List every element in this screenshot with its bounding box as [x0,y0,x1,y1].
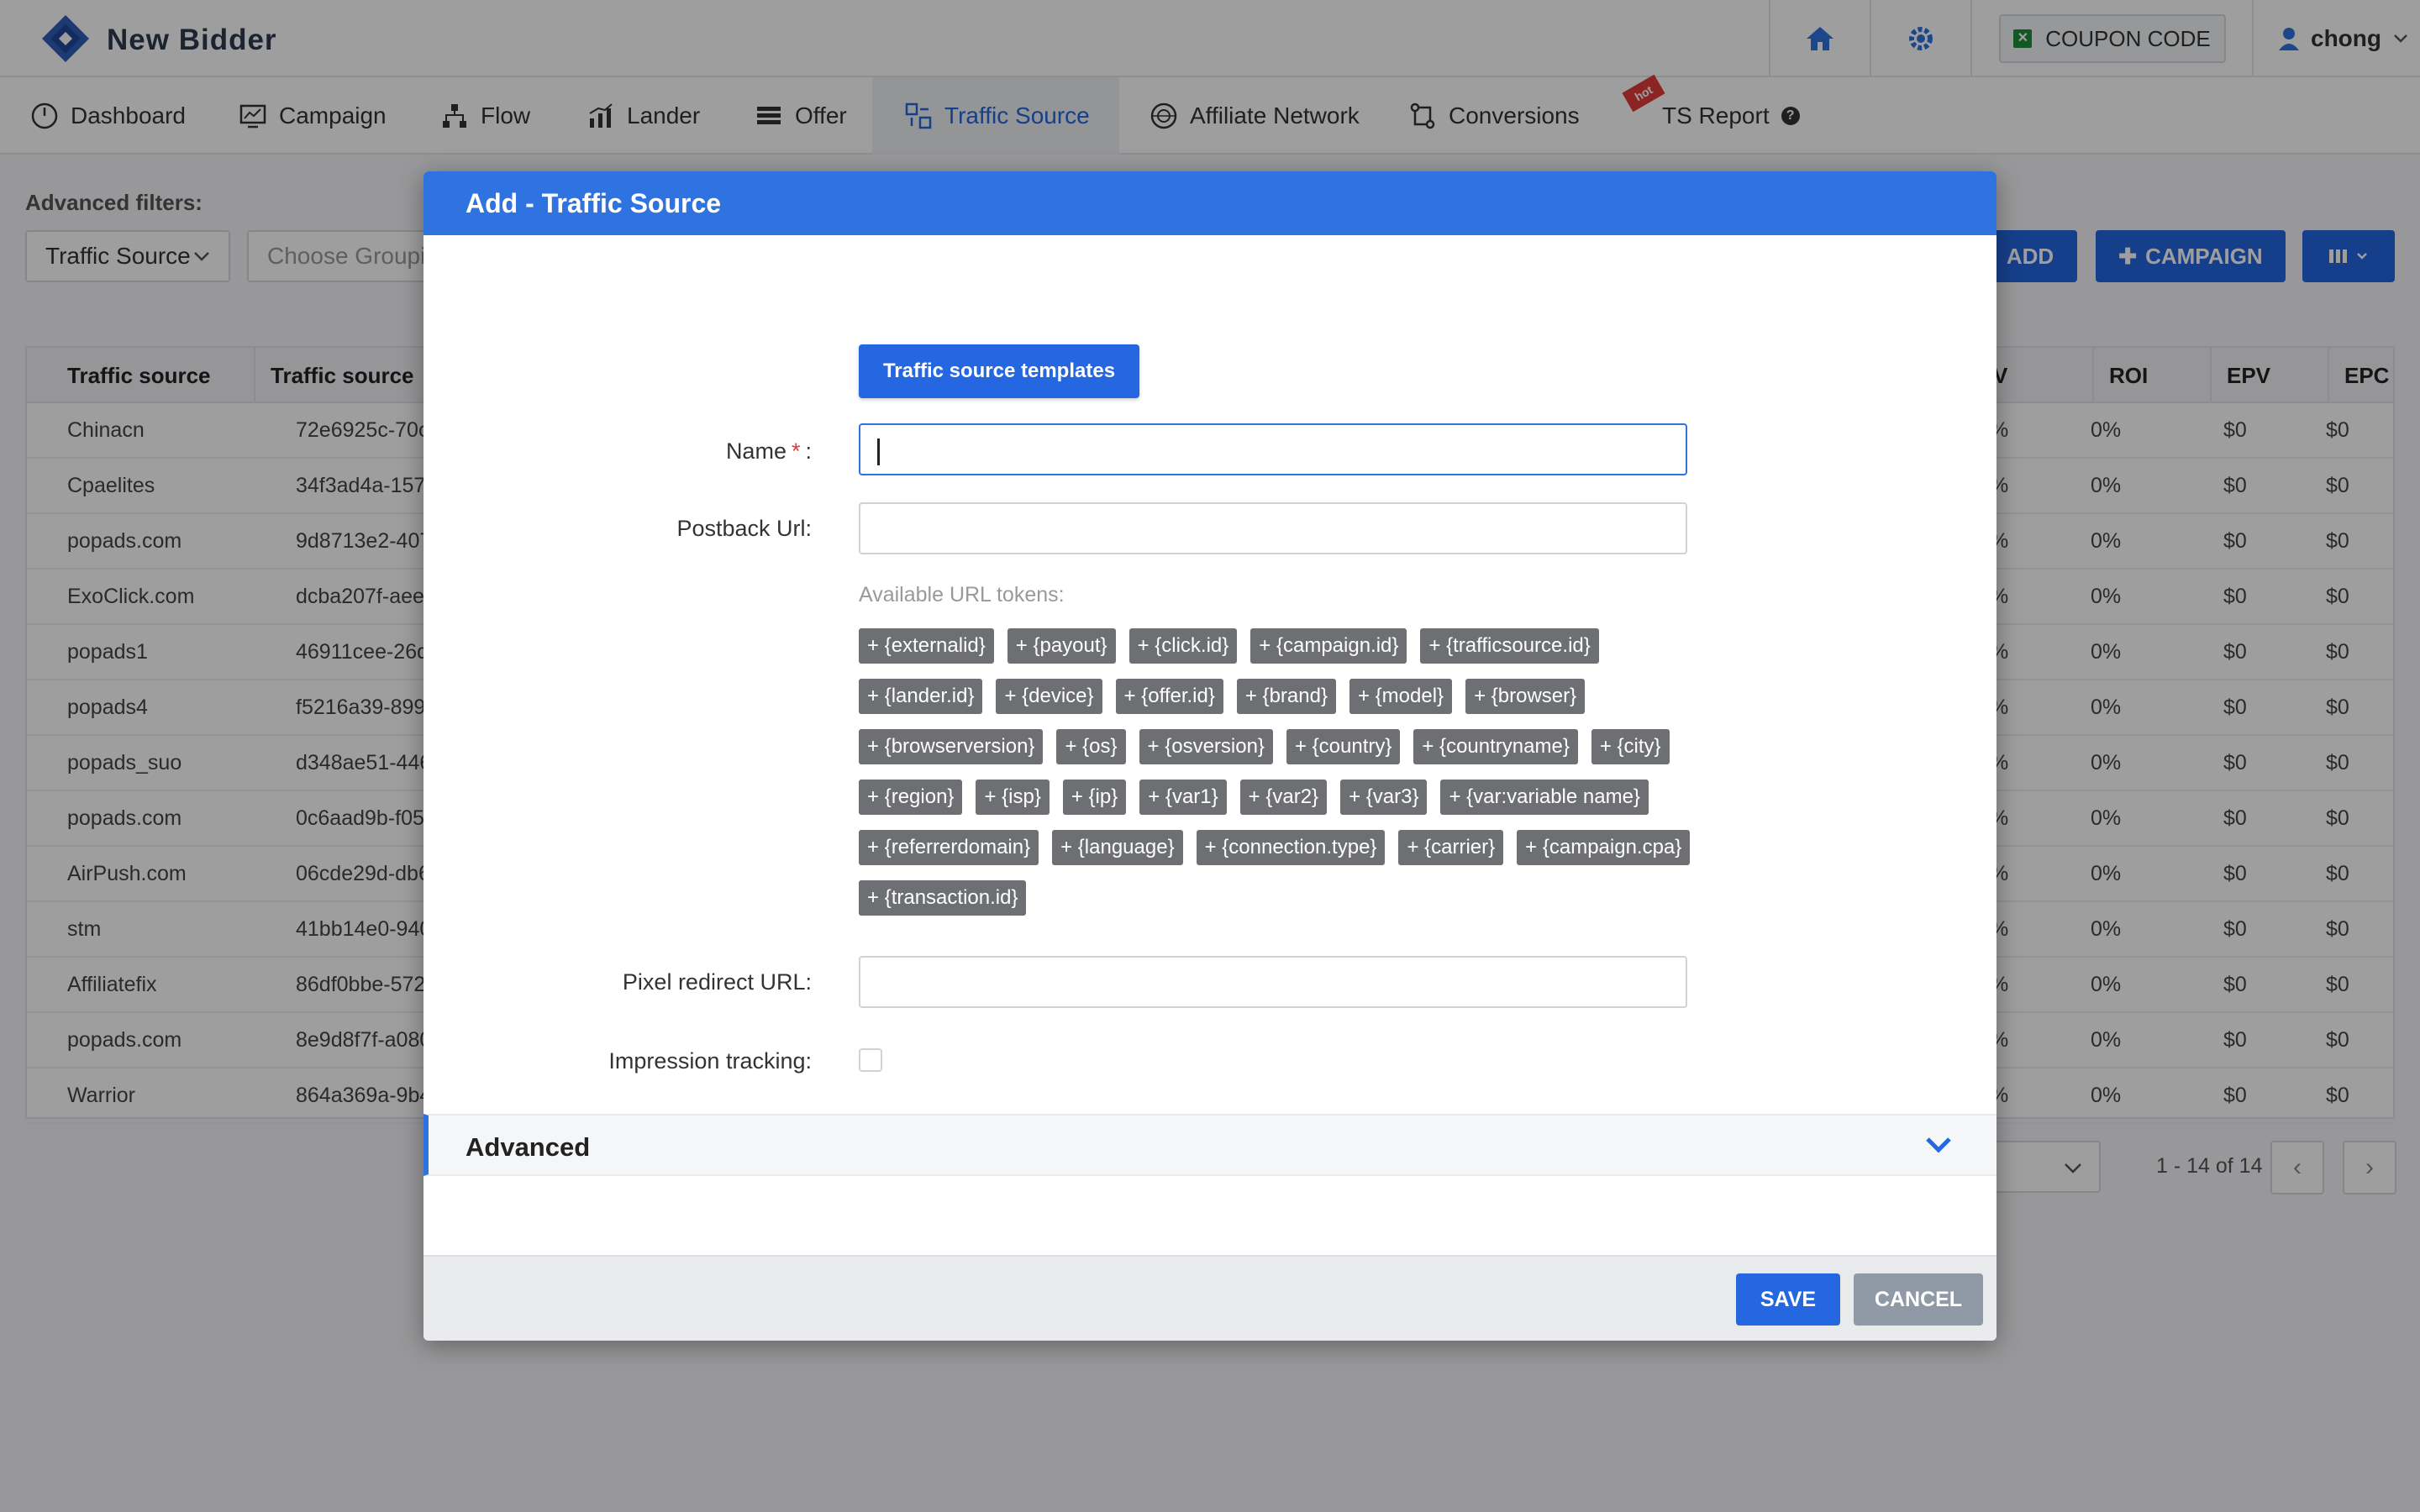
impression-tracking-label: Impression tracking: [608,1048,812,1074]
dialog-title: Add - Traffic Source [424,171,1996,235]
impression-tracking-checkbox[interactable] [859,1048,882,1072]
url-token-chip[interactable]: + {var:variable name} [1440,780,1649,815]
url-token-chip[interactable]: + {campaign.cpa} [1517,830,1691,865]
traffic-source-templates-button[interactable]: Traffic source templates [859,344,1139,398]
url-tokens-title: Available URL tokens: [859,583,1065,606]
url-token-chip[interactable]: + {model} [1349,679,1453,714]
url-token-chip[interactable]: + {device} [996,679,1102,714]
url-token-chip[interactable]: + {var3} [1340,780,1428,815]
url-token-chip[interactable]: + {region} [859,780,963,815]
url-token-chip[interactable]: + {var2} [1239,780,1328,815]
name-label-text: Name [725,438,786,464]
url-token-chip[interactable]: + {os} [1056,729,1126,764]
url-token-chip[interactable]: + {click.id} [1128,628,1238,664]
url-token-chip[interactable]: + {country} [1286,729,1401,764]
url-token-chip[interactable]: + {transaction.id} [859,880,1027,916]
postback-url-label: Postback Url: [676,516,812,541]
text-caret [877,438,880,465]
colon: : [805,438,812,464]
url-token-chip[interactable]: + {offer.id} [1115,679,1223,714]
url-token-chip[interactable]: + {osversion} [1139,729,1273,764]
url-token-chip[interactable]: + {externalid} [859,628,994,664]
url-token-chip[interactable]: + {browserversion} [859,729,1044,764]
postback-url-input[interactable] [859,502,1687,554]
url-token-chip[interactable]: + {language} [1052,830,1183,865]
url-token-chip[interactable]: + {isp} [976,780,1050,815]
url-token-chip[interactable]: + {connection.type} [1196,830,1386,865]
save-button[interactable]: SAVE [1736,1273,1840,1326]
cancel-button[interactable]: CANCEL [1854,1273,1983,1326]
url-token-chip[interactable]: + {lander.id} [859,679,983,714]
url-tokens-list: + {externalid} + {payout} + {click.id} + {c… [859,628,1707,931]
pixel-redirect-input[interactable] [859,956,1687,1008]
url-token-chip[interactable]: + {carrier} [1398,830,1504,865]
add-traffic-source-dialog: Add - Traffic Source Traffic source temp… [424,171,1996,1341]
dialog-footer: SAVE CANCEL [424,1255,1996,1341]
name-input[interactable] [859,423,1687,475]
pixel-redirect-label: Pixel redirect URL: [622,969,812,995]
name-label: Name *: [726,438,812,465]
required-marker: * [791,438,801,464]
url-token-chip[interactable]: + {ip} [1062,780,1127,815]
chevron-down-icon [1926,1137,1951,1153]
url-token-chip[interactable]: + {city} [1591,729,1670,764]
url-token-chip[interactable]: + {referrerdomain} [859,830,1039,865]
advanced-section-toggle[interactable]: Advanced [424,1114,1996,1176]
url-token-chip[interactable]: + {payout} [1007,628,1116,664]
url-token-chip[interactable]: + {brand} [1236,679,1336,714]
url-token-chip[interactable]: + {trafficsource.id} [1420,628,1599,664]
url-token-chip[interactable]: + {var1} [1139,780,1227,815]
url-token-chip[interactable]: + {countryname} [1413,729,1578,764]
advanced-title: Advanced [466,1132,591,1162]
url-token-chip[interactable]: + {campaign.id} [1250,628,1407,664]
url-token-chip[interactable]: + {browser} [1465,679,1586,714]
